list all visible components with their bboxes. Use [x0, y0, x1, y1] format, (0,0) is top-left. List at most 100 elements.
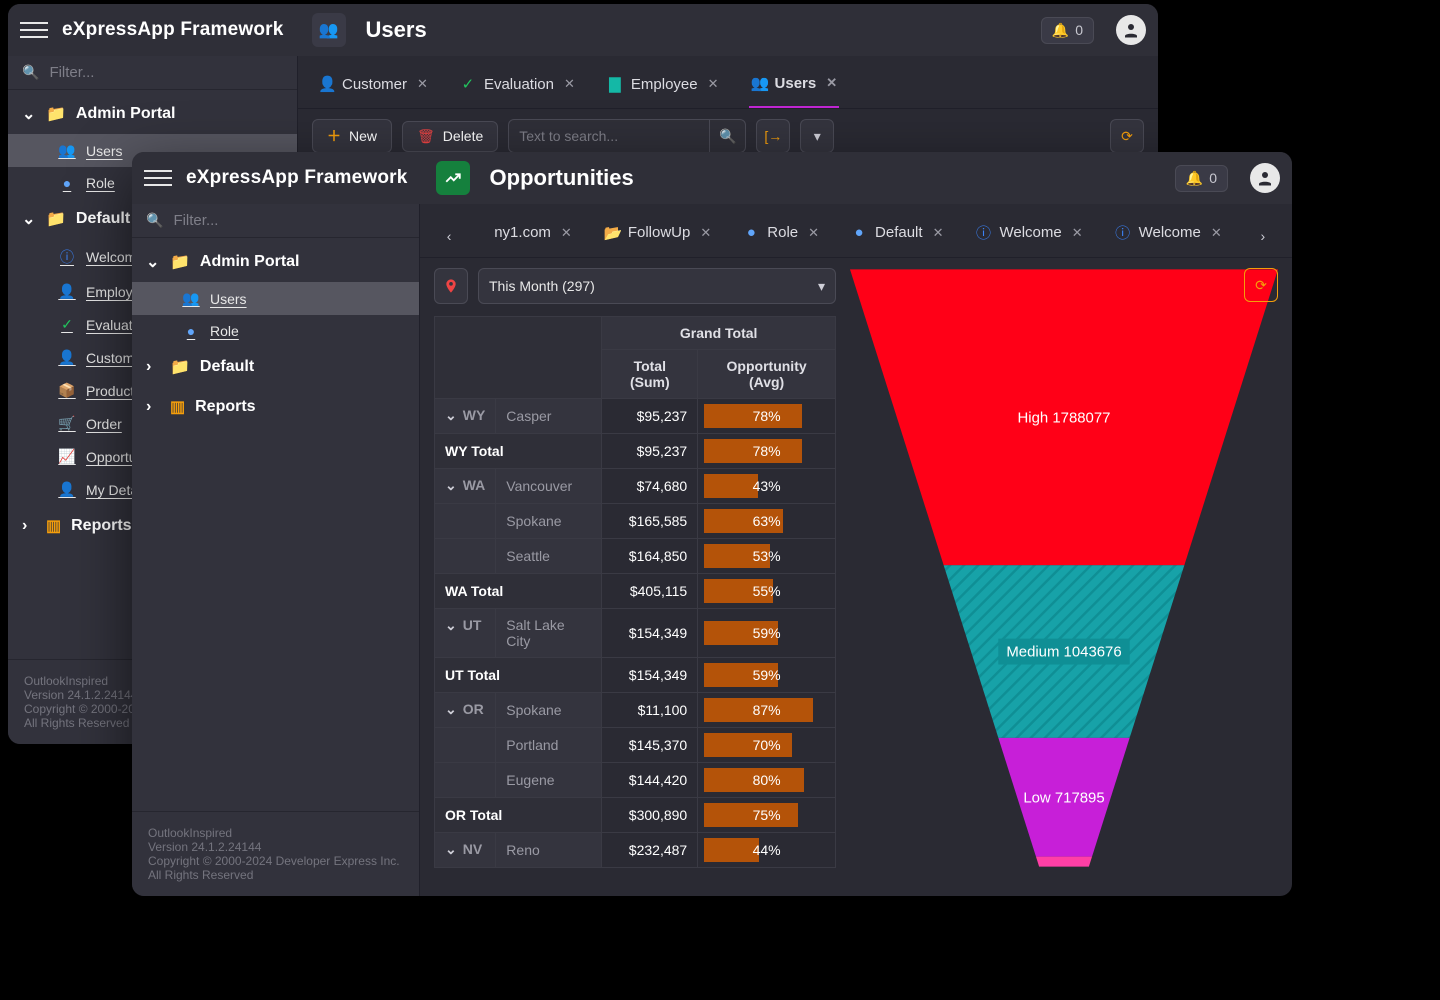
col-opp-avg[interactable]: Opportunity (Avg) — [698, 350, 836, 399]
tab-customer[interactable]: 👤Customer✕ — [316, 67, 430, 107]
state-cell[interactable] — [435, 763, 496, 798]
window-opportunities: eXpressApp Framework Opportunities 🔔 0 🔍… — [132, 152, 1292, 896]
tab-default[interactable]: ●Default✕ — [849, 216, 945, 255]
tree-group-label: Default — [200, 358, 254, 376]
total-cell: $165,585 — [602, 504, 698, 539]
state-cell[interactable] — [435, 539, 496, 574]
delete-button[interactable]: 🗑 Delete — [402, 121, 498, 152]
tab-close-icon[interactable]: ✕ — [808, 225, 819, 241]
new-button[interactable]: ＋ New — [312, 119, 392, 153]
tabs-scroll-left[interactable]: ‹ — [438, 222, 460, 250]
opportunity-cell: 80% — [698, 763, 836, 798]
total-cell: $74,680 — [602, 469, 698, 504]
tree-group-label: Admin Portal — [200, 253, 300, 271]
tree-group-default[interactable]: ›📁Default — [132, 347, 419, 387]
tab-label: Role — [767, 224, 798, 241]
table-row: Seattle$164,85053% — [435, 539, 836, 574]
funnel-label-medium: Medium 1043676 — [1006, 644, 1121, 661]
tab-close-icon[interactable]: ✕ — [561, 225, 572, 241]
sidebar-filter[interactable]: 🔍 — [132, 204, 419, 238]
export-dropdown[interactable]: ▾ — [800, 119, 834, 153]
table-row: OR Total$300,89075% — [435, 798, 836, 833]
tab-welcome[interactable]: ⓘWelcome✕ — [973, 214, 1084, 257]
city-cell: Casper — [496, 399, 602, 434]
sidebar-filter-input[interactable] — [173, 212, 405, 229]
state-cell[interactable]: ⌄OR — [435, 693, 496, 728]
opportunity-cell: 78% — [698, 399, 836, 434]
map-pin-button[interactable] — [434, 268, 468, 304]
export-button[interactable]: [→ — [756, 119, 790, 153]
opportunity-cell: 75% — [698, 798, 836, 833]
search-button[interactable]: 🔍 — [709, 120, 745, 152]
tree-group-admin-portal[interactable]: ⌄📁Admin Portal — [8, 94, 297, 134]
tabs-scroll-right[interactable]: › — [1252, 222, 1274, 250]
city-cell: Vancouver — [496, 469, 602, 504]
city-cell: Salt Lake City — [496, 609, 602, 658]
refresh-button[interactable]: ⟳ — [1110, 119, 1144, 153]
chevron-down-icon: ▾ — [818, 278, 825, 295]
tab-ny1-com[interactable]: ny1.com✕ — [492, 216, 574, 255]
tab-close-icon[interactable]: ✕ — [826, 75, 837, 91]
chevron-down-icon: ⌄ — [445, 477, 457, 493]
hamburger-icon[interactable] — [144, 164, 172, 192]
tab-close-icon[interactable]: ✕ — [933, 225, 944, 241]
tree-item-label: Role — [86, 175, 115, 191]
table-row: ⌄NVReno$232,48744% — [435, 833, 836, 868]
tab-evaluation[interactable]: ✓Evaluation✕ — [458, 67, 577, 107]
tab-welcome[interactable]: ⓘWelcome✕ — [1113, 214, 1224, 257]
hamburger-icon[interactable] — [20, 16, 48, 44]
state-cell[interactable] — [435, 728, 496, 763]
opportunity-cell: 43% — [698, 469, 836, 504]
tree-item-role[interactable]: ●Role — [132, 315, 419, 347]
table-row: UT Total$154,34959% — [435, 658, 836, 693]
state-cell[interactable]: ⌄NV — [435, 833, 496, 868]
sidebar-footer: OutlookInspired Version 24.1.2.24144 Cop… — [132, 811, 419, 896]
tree-group-admin-portal[interactable]: ⌄📁Admin Portal — [132, 242, 419, 282]
tab-role[interactable]: ●Role✕ — [741, 216, 821, 255]
table-row: ⌄ORSpokane$11,10087% — [435, 693, 836, 728]
state-cell[interactable]: ⌄UT — [435, 609, 496, 658]
refresh-button[interactable]: ⟳ — [1244, 268, 1278, 302]
tab-followup[interactable]: 📂FollowUp✕ — [602, 216, 713, 256]
notifications-button[interactable]: 🔔 0 — [1175, 165, 1228, 192]
state-cell[interactable] — [435, 504, 496, 539]
tab-label: Customer — [342, 76, 407, 93]
tree-item-users[interactable]: 👥Users — [132, 282, 419, 315]
sidebar-filter[interactable]: 🔍 — [8, 56, 297, 90]
chevron-down-icon: ⌄ — [445, 701, 457, 717]
col-total-sum[interactable]: Total (Sum) — [602, 350, 698, 399]
funnel-chart: High 1788077Medium 1043676Low 717895 — [850, 268, 1278, 868]
plus-icon: ＋ — [327, 126, 341, 146]
search-input[interactable] — [509, 120, 709, 152]
user-avatar[interactable] — [1116, 15, 1146, 45]
notifications-count: 0 — [1209, 170, 1217, 186]
tab-label: Users — [775, 75, 817, 92]
state-cell[interactable]: ⌄WY — [435, 399, 496, 434]
state-cell[interactable]: ⌄WA — [435, 469, 496, 504]
user-avatar[interactable] — [1250, 163, 1280, 193]
tab-users[interactable]: 👥Users✕ — [749, 66, 840, 109]
tab-close-icon[interactable]: ✕ — [1072, 225, 1083, 241]
tree-group-label: Reports — [71, 517, 131, 535]
notifications-button[interactable]: 🔔 0 — [1041, 17, 1094, 44]
tree-group-reports[interactable]: ›▥Reports — [132, 387, 419, 427]
customer-icon: 👤 — [58, 349, 76, 366]
folder-icon: 📁 — [46, 209, 66, 229]
city-cell: Spokane — [496, 693, 602, 728]
table-row: WA Total$405,11555% — [435, 574, 836, 609]
tab-close-icon[interactable]: ✕ — [700, 225, 711, 241]
my-details-icon: 👤 — [58, 481, 76, 498]
tab-close-icon[interactable]: ✕ — [708, 76, 719, 92]
folder-icon: 📁 — [170, 252, 190, 272]
funnel-segment-unlikely[interactable] — [1036, 857, 1092, 867]
tab-employee[interactable]: ▇Employee✕ — [605, 67, 721, 107]
tab-close-icon[interactable]: ✕ — [564, 76, 575, 92]
search-icon: 🔍 — [22, 64, 39, 81]
period-dropdown[interactable]: This Month (297) ▾ — [478, 268, 836, 304]
sidebar-filter-input[interactable] — [49, 64, 283, 81]
table-row: WY Total$95,23778% — [435, 434, 836, 469]
tab-close-icon[interactable]: ✕ — [417, 76, 428, 92]
opportunity-cell: 59% — [698, 609, 836, 658]
opportunity-cell: 55% — [698, 574, 836, 609]
tab-close-icon[interactable]: ✕ — [1211, 225, 1222, 241]
